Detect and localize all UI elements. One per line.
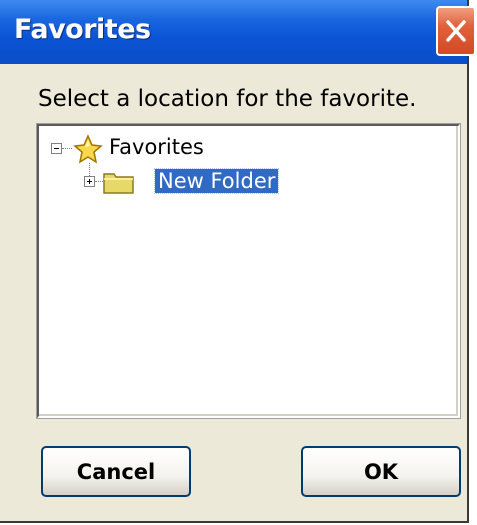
ok-button[interactable]: OK xyxy=(301,446,461,497)
close-button[interactable] xyxy=(436,6,476,56)
tree-viewport: Favorites New Folder xyxy=(39,126,458,416)
window-title: Favorites xyxy=(14,14,151,45)
folder-tree[interactable]: Favorites New Folder xyxy=(36,123,461,419)
prompt-text: Select a location for the favorite. xyxy=(38,86,417,112)
child-connector xyxy=(95,181,103,183)
new-folder-expand-toggle[interactable] xyxy=(84,176,95,187)
tree-node-new-folder[interactable]: New Folder xyxy=(153,168,280,194)
root-connector xyxy=(62,148,72,150)
tree-node-favorites[interactable]: Favorites xyxy=(109,135,204,159)
title-bar[interactable]: Favorites xyxy=(0,0,476,64)
cancel-button[interactable]: Cancel xyxy=(41,446,191,497)
close-x-icon xyxy=(446,20,466,42)
star-icon xyxy=(73,134,103,164)
root-collapse-toggle[interactable] xyxy=(51,143,62,154)
favorites-dialog: Favorites Select a location for the favo… xyxy=(0,0,476,523)
folder-icon xyxy=(103,173,134,194)
